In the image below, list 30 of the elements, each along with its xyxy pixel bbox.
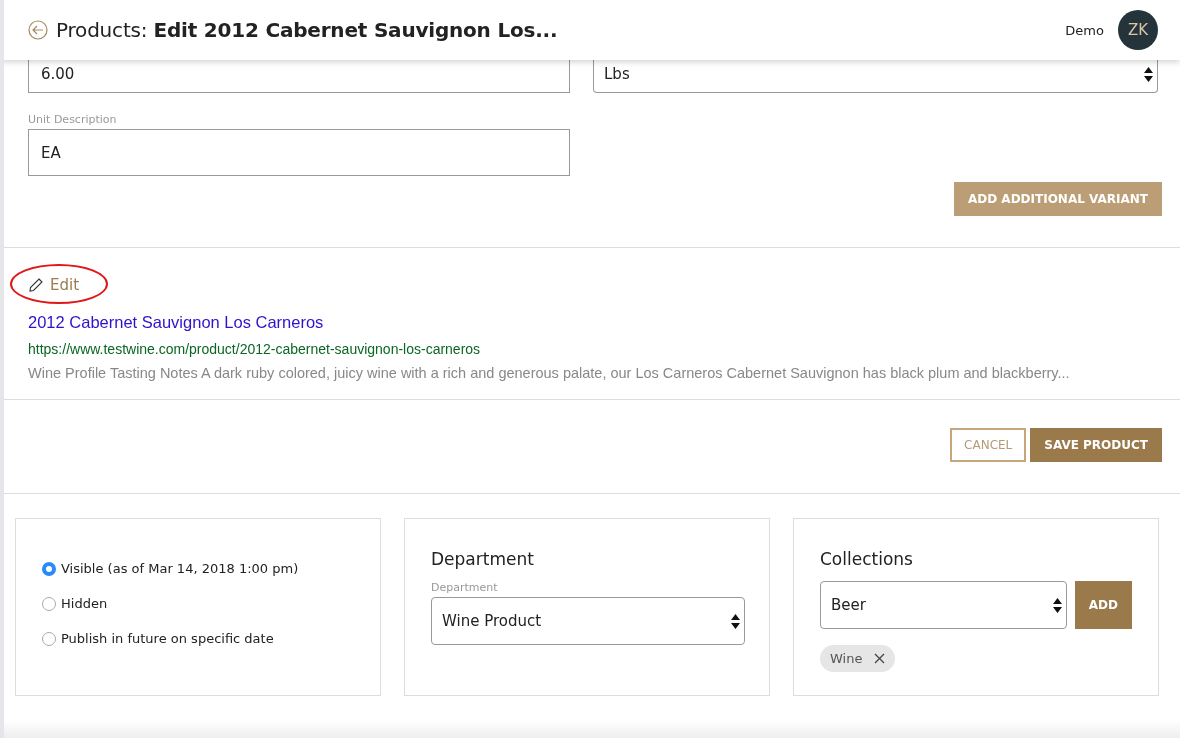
radio-button[interactable] — [42, 561, 56, 576]
unit-description-input-field[interactable]: EA — [28, 129, 570, 176]
radio-label: Visible (as of Mar 14, 2018 1:00 pm) — [61, 561, 299, 576]
weight-input-field[interactable]: 6.00 — [28, 60, 570, 93]
radio-label: Hidden — [61, 596, 108, 611]
collection-select[interactable]: Beer — [820, 581, 1067, 629]
preview-url: https://www.testwine.com/product/2012-cabernet-sauvignon-los-carneros — [28, 341, 482, 357]
save-product-button[interactable]: SAVE PRODUCT — [1030, 428, 1162, 462]
select-arrows-icon — [1052, 597, 1062, 613]
user-avatar[interactable]: ZK — [1118, 10, 1158, 50]
preview-title-link[interactable]: 2012 Cabernet Sauvignon Los Carneros — [28, 313, 1162, 332]
add-collection-button[interactable]: ADD — [1074, 581, 1132, 629]
field-label: Unit Description — [28, 113, 118, 126]
pencil-icon — [28, 277, 44, 293]
radio-button[interactable] — [42, 596, 56, 611]
tag-label: Wine — [830, 651, 863, 666]
card-heading: Collections — [820, 549, 914, 569]
close-icon[interactable] — [874, 653, 886, 664]
user-name: Demo — [1065, 22, 1104, 38]
select-arrows-icon — [1144, 66, 1153, 82]
radio-label: Publish in future on specific date — [61, 631, 274, 646]
radio-button[interactable] — [42, 631, 56, 646]
edit-link[interactable]: Edit — [50, 276, 80, 294]
select-arrows-icon — [731, 613, 740, 629]
unit-select[interactable]: Lbs — [593, 60, 1158, 93]
card-heading: Department — [431, 549, 535, 569]
preview-description: Wine Profile Tasting Notes A dark ruby colored, juicy wine with a rich and generous palate, our Los Carneros Cabernet Sauvignon has black plum and blackberry... — [28, 364, 1071, 383]
page-title: Products: Edit 2012 Cabernet Sauvignon Los... — [56, 18, 559, 42]
department-select[interactable]: Wine Product — [431, 597, 745, 645]
field-label: Department — [431, 581, 499, 594]
